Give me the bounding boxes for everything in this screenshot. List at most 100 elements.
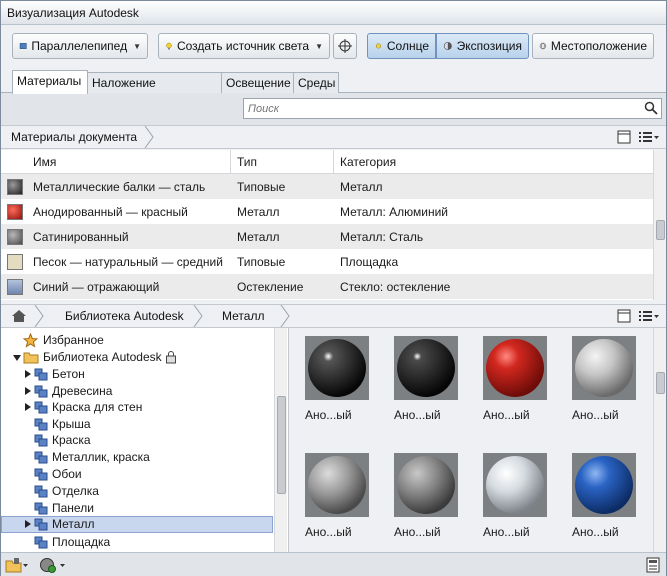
- tree-item-paint[interactable]: Краска: [1, 432, 273, 449]
- table-row[interactable]: Металлические балки — сталь Типовые Мета…: [1, 174, 653, 199]
- environment-dropdown[interactable]: Параллелепипед ▼: [12, 33, 148, 59]
- search-input[interactable]: [244, 99, 634, 118]
- material-thumbnail[interactable]: [394, 336, 458, 400]
- window-title: Визуализация Autodesk: [7, 6, 139, 20]
- breadcrumb-metal[interactable]: Металл: [212, 305, 272, 327]
- material-category: Металл: Алюминий: [340, 205, 448, 219]
- list-view-icon[interactable]: [638, 308, 660, 324]
- tab-material-mapping[interactable]: Наложение материала: [87, 72, 222, 104]
- tree-item-label: Древесина: [52, 384, 113, 398]
- location-button[interactable]: Местоположение: [532, 33, 654, 59]
- tree-item-label: Крыша: [52, 417, 91, 431]
- list-view-icon[interactable]: [638, 129, 660, 145]
- material-category-icon: [34, 485, 48, 498]
- search-row: [1, 93, 666, 125]
- material-category-icon: [34, 518, 48, 531]
- column-divider[interactable]: [333, 150, 334, 174]
- light-target-button[interactable]: [333, 33, 357, 59]
- tree-item-concrete[interactable]: Бетон: [1, 366, 273, 383]
- expand-arrow-icon[interactable]: [25, 370, 31, 378]
- home-icon[interactable]: [11, 309, 27, 323]
- document-materials-table: Имя Тип Категория Металлические балки — …: [1, 150, 666, 300]
- material-thumbnail[interactable]: [394, 453, 458, 517]
- material-thumbnail[interactable]: [572, 453, 636, 517]
- expand-arrow-icon[interactable]: [25, 403, 31, 411]
- library-view-controls: [616, 308, 660, 324]
- material-editor-icon[interactable]: [646, 557, 660, 573]
- exposure-icon: [443, 42, 452, 50]
- tab-environments[interactable]: Среды: [293, 72, 339, 93]
- breadcrumb-autodesk-library[interactable]: Библиотека Autodesk: [55, 305, 192, 327]
- material-category-icon: [34, 434, 48, 447]
- tree-item-finish[interactable]: Отделка: [1, 483, 273, 500]
- material-name: Песок — натуральный — средний: [33, 255, 223, 269]
- table-row[interactable]: Анодированный — красный Металл Металл: А…: [1, 199, 653, 224]
- material-swatch: [7, 229, 23, 245]
- panel-toggle-icon[interactable]: [616, 308, 632, 324]
- tree-item-favorites[interactable]: Избранное: [1, 332, 273, 349]
- create-light-dropdown[interactable]: Создать источник света ▼: [158, 33, 330, 59]
- tree-item-metal[interactable]: Металл: [1, 516, 273, 533]
- breadcrumb-separator-icon: [144, 126, 154, 148]
- material-category: Площадка: [340, 255, 399, 269]
- tree-item-site[interactable]: Площадка: [1, 534, 273, 551]
- material-gallery: Ано...ый Ано...ый Ано...ый Ано...ый Ано.…: [288, 328, 666, 552]
- material-name: Анодированный — красный: [33, 205, 188, 219]
- light-bulb-icon: [166, 42, 172, 50]
- doc-view-controls: [616, 129, 660, 145]
- sun-toggle-button[interactable]: Солнце: [367, 33, 436, 59]
- tree-item-panels[interactable]: Панели: [1, 500, 273, 517]
- doc-table-scrollbar[interactable]: [653, 150, 666, 300]
- library-breadcrumb-bar: Библиотека Autodesk Металл: [1, 304, 666, 328]
- library-manage-icon[interactable]: [5, 557, 29, 573]
- material-thumbnail[interactable]: [305, 336, 369, 400]
- scrollbar-thumb[interactable]: [656, 220, 665, 240]
- tree-item-metallic-paint[interactable]: Металлик, краска: [1, 449, 273, 466]
- tree-item-autodesk-library[interactable]: Библиотека Autodesk: [1, 349, 273, 366]
- material-swatch: [7, 279, 23, 295]
- material-type: Остекление: [237, 280, 304, 294]
- tree-item-wallpaper[interactable]: Обои: [1, 466, 273, 483]
- tab-lighting[interactable]: Освещение: [221, 72, 294, 93]
- material-category: Металл: Сталь: [340, 230, 424, 244]
- sun-label: Солнце: [386, 39, 429, 53]
- library-tree: Избранное Библиотека Autodesk Бетон Древ…: [1, 328, 287, 552]
- create-material-icon[interactable]: [39, 557, 67, 573]
- table-row[interactable]: Сатинированный Металл Металл: Сталь: [1, 224, 653, 249]
- tree-item-label: Краска: [52, 433, 91, 447]
- tree-item-wood[interactable]: Древесина: [1, 383, 273, 400]
- column-type-header[interactable]: Тип: [237, 155, 257, 169]
- table-row[interactable]: Синий — отражающий Остекление Стекло: ос…: [1, 274, 653, 299]
- collapse-arrow-icon[interactable]: [13, 355, 21, 361]
- star-icon: [23, 333, 38, 348]
- table-row[interactable]: Песок — натуральный — средний Типовые Пл…: [1, 249, 653, 274]
- material-thumbnail[interactable]: [483, 336, 547, 400]
- exposure-button[interactable]: Экспозиция: [436, 33, 529, 59]
- material-thumbnail[interactable]: [305, 453, 369, 517]
- tree-item-roof[interactable]: Крыша: [1, 416, 273, 433]
- scrollbar-thumb[interactable]: [277, 396, 286, 494]
- tree-scrollbar[interactable]: [274, 328, 287, 552]
- column-divider[interactable]: [230, 150, 231, 174]
- tab-materials[interactable]: Материалы: [12, 70, 88, 94]
- material-swatch: [7, 179, 23, 195]
- scrollbar-thumb[interactable]: [656, 372, 665, 394]
- environment-label: Параллелепипед: [31, 39, 128, 53]
- column-category-header[interactable]: Категория: [340, 155, 396, 169]
- create-light-label: Создать источник света: [176, 39, 310, 53]
- material-thumbnail[interactable]: [483, 453, 547, 517]
- expand-arrow-icon[interactable]: [25, 387, 31, 395]
- material-thumbnail[interactable]: [572, 336, 636, 400]
- material-label: Ано...ый: [572, 525, 619, 539]
- material-category-icon: [34, 502, 48, 515]
- material-category-icon: [34, 451, 48, 464]
- search-icon[interactable]: [644, 101, 658, 115]
- breadcrumb-document-materials[interactable]: Материалы документа: [1, 126, 145, 148]
- tree-item-wall-paint[interactable]: Краска для стен: [1, 399, 273, 416]
- material-category-icon: [34, 401, 48, 414]
- tree-item-label: Панели: [52, 501, 94, 515]
- expand-arrow-icon[interactable]: [25, 520, 31, 528]
- column-name-header[interactable]: Имя: [33, 155, 56, 169]
- panel-toggle-icon[interactable]: [616, 129, 632, 145]
- gallery-scrollbar[interactable]: [653, 328, 666, 552]
